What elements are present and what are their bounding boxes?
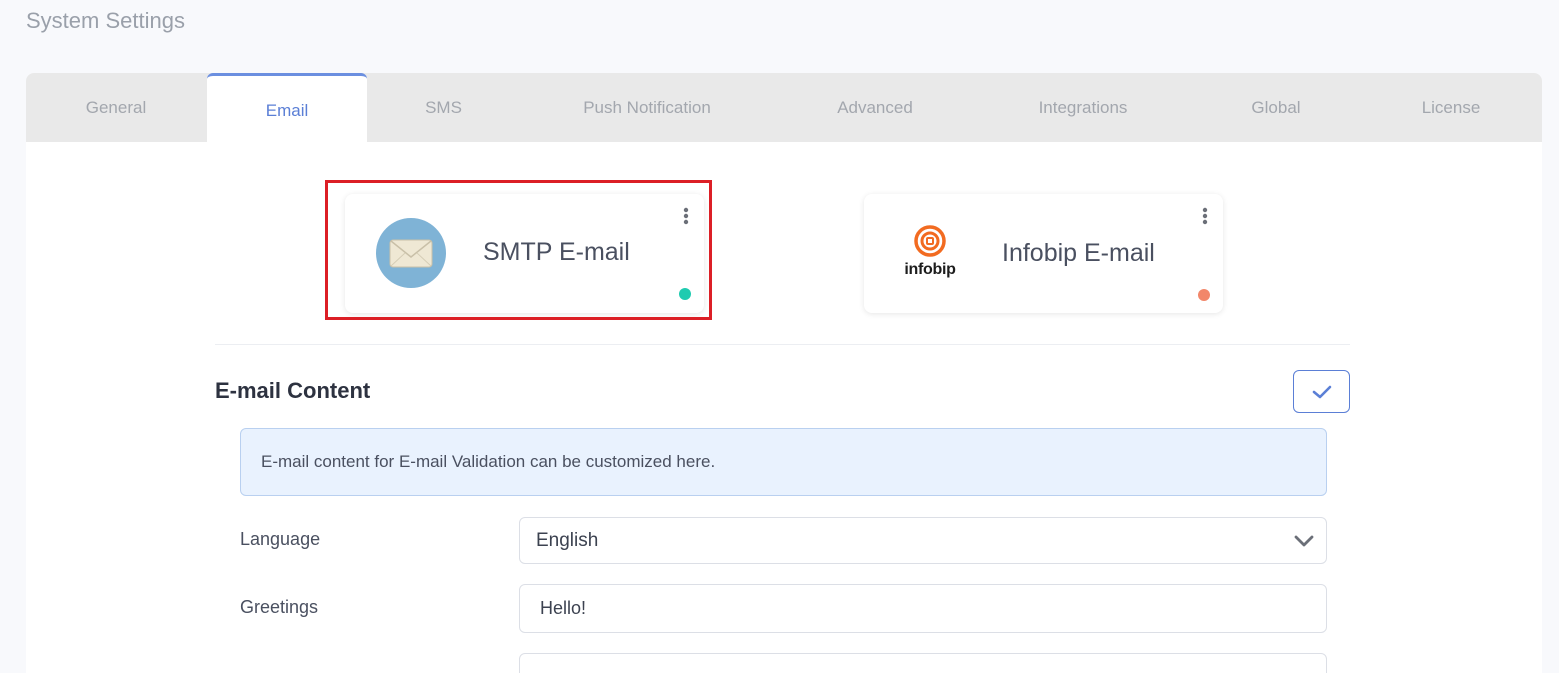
page-title: System Settings: [26, 8, 185, 33]
tab-advanced[interactable]: Advanced: [815, 73, 935, 142]
infobip-logo-text: infobip: [904, 261, 956, 278]
tab-license[interactable]: License: [1401, 73, 1501, 142]
infobip-provider-card[interactable]: infobip Infobip E-mail: [864, 194, 1223, 313]
check-icon: [1312, 385, 1331, 398]
save-button[interactable]: [1293, 370, 1350, 413]
infobip-status-dot: [1198, 289, 1210, 301]
infobip-provider-name: Infobip E-mail: [1002, 239, 1155, 267]
next-field-input[interactable]: [519, 653, 1327, 673]
email-content-title: E-mail Content: [215, 378, 371, 403]
chevron-down-icon: [1294, 535, 1314, 546]
greetings-label: Greetings: [240, 597, 319, 617]
selected-provider-highlight: [325, 180, 712, 320]
infobip-more-options-icon[interactable]: [1202, 207, 1208, 225]
infobip-logo: infobip: [898, 225, 962, 281]
settings-panel: General Email SMS Push Notification Adva…: [26, 73, 1542, 673]
info-alert-text: E-mail content for E-mail Validation can…: [261, 452, 716, 471]
greetings-value: Hello!: [540, 598, 587, 618]
language-select[interactable]: English: [519, 517, 1327, 564]
language-label: Language: [240, 529, 321, 549]
tab-push-notification[interactable]: Push Notification: [557, 73, 737, 142]
tab-bar: General Email SMS Push Notification Adva…: [26, 73, 1542, 142]
tab-sms[interactable]: SMS: [386, 73, 501, 142]
language-selected-value: English: [536, 529, 599, 551]
tab-integrations[interactable]: Integrations: [1013, 73, 1153, 142]
info-alert: E-mail content for E-mail Validation can…: [240, 428, 1327, 496]
greetings-input[interactable]: Hello!: [519, 584, 1327, 633]
tab-global[interactable]: Global: [1226, 73, 1326, 142]
tab-email[interactable]: Email: [207, 73, 367, 142]
section-divider: [215, 344, 1350, 345]
tab-general[interactable]: General: [56, 73, 176, 142]
